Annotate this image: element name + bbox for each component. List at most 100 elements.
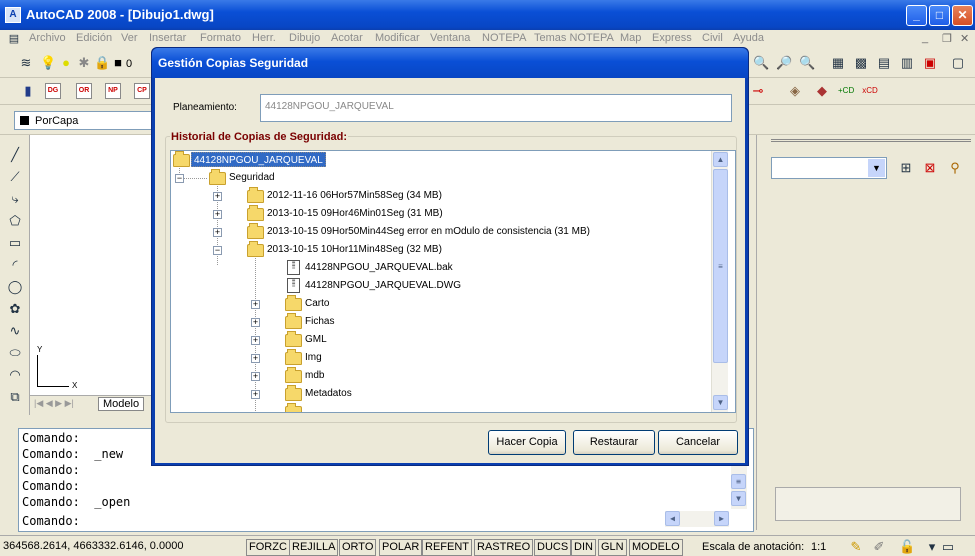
tool-cp-icon[interactable]: CP xyxy=(134,83,150,99)
hacer-copia-button[interactable]: Hacer Copia xyxy=(488,430,566,455)
arc-icon[interactable]: ◜ xyxy=(7,257,23,273)
dialog-titlebar[interactable]: Gestión Copias Seguridad xyxy=(152,48,748,78)
palette-dropdown[interactable]: ▼ xyxy=(771,157,887,179)
rectangle-icon[interactable]: ▭ xyxy=(7,235,23,251)
tree-item-backup[interactable]: + 2012-11-16 06Hor57Min58Seg (34 MB) xyxy=(171,187,671,204)
restaurar-button[interactable]: Restaurar xyxy=(573,430,655,455)
planeamiento-field[interactable]: 44128NPGOU_JARQUEVAL xyxy=(260,94,732,122)
menu-civil[interactable]: Civil xyxy=(702,32,723,44)
cancelar-button[interactable]: Cancelar xyxy=(658,430,738,455)
tree-item-folder-partial[interactable] xyxy=(171,403,471,412)
annotation-visibility-icon[interactable]: ✎ xyxy=(848,539,864,555)
drawing-canvas[interactable]: Y X |◀ ◀ ▶ ▶| Modelo xyxy=(30,135,158,413)
ellipse-arc-icon[interactable]: ◠ xyxy=(7,367,23,383)
remove-cd-icon[interactable]: xCD xyxy=(862,83,878,99)
tree-item-backup[interactable]: + 2013-10-15 09Hor46Min01Seg (31 MB) xyxy=(171,205,671,222)
expand-icon[interactable]: + xyxy=(251,354,260,363)
minimize-button[interactable]: _ xyxy=(906,5,927,26)
stamp-icon[interactable]: ◆ xyxy=(814,83,830,99)
zoom-window-icon[interactable]: 🔎 xyxy=(776,55,792,71)
layers-icon[interactable]: ≋ xyxy=(18,55,34,71)
expand-icon[interactable]: + xyxy=(251,372,260,381)
tree-item-file[interactable]: ≡ ≡ ≡ 44128NPGOU_JARQUEVAL.bak xyxy=(171,259,671,276)
tool-palettes-icon[interactable]: ▤ xyxy=(876,55,892,71)
tree-item-folder[interactable]: + GML xyxy=(171,331,471,348)
scroll-down-icon[interactable]: ▼ xyxy=(713,395,728,410)
sheet-set-icon[interactable]: ▥ xyxy=(899,55,915,71)
annotation-scale-value[interactable]: 1:1 xyxy=(811,541,826,553)
design-center-icon[interactable]: ▩ xyxy=(853,55,869,71)
scroll-right-icon[interactable]: ▶ xyxy=(714,511,729,526)
new-drawing-icon[interactable]: ▮ xyxy=(20,83,36,99)
line-tool-icon[interactable]: ╱ xyxy=(7,147,23,163)
expand-icon[interactable]: + xyxy=(213,228,222,237)
erase-tool-icon[interactable]: ◈ xyxy=(787,83,803,99)
lightbulb-icon[interactable]: 💡 xyxy=(40,55,56,71)
tree-item-backup[interactable]: − 2013-10-15 10Hor11Min48Seg (32 MB) xyxy=(171,241,671,258)
menu-formato[interactable]: Formato xyxy=(200,32,241,44)
scroll-down-icon[interactable]: ▼ xyxy=(731,491,746,506)
backup-tree[interactable]: 44128NPGOU_JARQUEVAL − Seguridad + 2012-… xyxy=(170,150,736,413)
clean-screen-icon[interactable]: ▭ xyxy=(940,539,956,555)
collapse-icon[interactable]: − xyxy=(213,246,222,255)
tree-item-seguridad[interactable]: − Seguridad xyxy=(171,169,471,186)
expand-icon[interactable]: + xyxy=(213,192,222,201)
menu-dibujo[interactable]: Dibujo xyxy=(289,32,320,44)
chevron-down-icon[interactable]: ▼ xyxy=(868,159,885,177)
doc-restore-icon[interactable]: ❐ xyxy=(942,32,952,45)
zoom-realtime-icon[interactable]: 🔍 xyxy=(753,55,769,71)
palette-grip[interactable] xyxy=(771,139,971,149)
coordinates-readout[interactable]: 364568.2614, 4663332.6146, 0.0000 xyxy=(3,540,183,552)
menu-acotar[interactable]: Acotar xyxy=(331,32,363,44)
circle-icon[interactable]: ◯ xyxy=(7,279,23,295)
menu-ventana[interactable]: Ventana xyxy=(430,32,470,44)
menu-archivo[interactable]: Archivo xyxy=(29,32,66,44)
lock-icon[interactable]: 🔒 xyxy=(94,55,110,71)
status-rastreo[interactable]: RASTREO xyxy=(474,539,534,556)
tree-item-folder[interactable]: + Img xyxy=(171,349,471,366)
menu-express[interactable]: Express xyxy=(652,32,692,44)
insert-block-icon[interactable]: ⧉ xyxy=(7,389,23,405)
tab-model[interactable]: Modelo xyxy=(98,397,145,411)
spline-icon[interactable]: ∿ xyxy=(7,323,23,339)
doc-minimize-icon[interactable]: _ xyxy=(922,32,928,44)
layer-name[interactable]: 0 xyxy=(126,58,132,70)
polyline-icon[interactable]: ⤷ xyxy=(7,191,23,207)
expand-icon[interactable]: + xyxy=(251,336,260,345)
menu-ver[interactable]: Ver xyxy=(121,32,138,44)
zoom-previous-icon[interactable]: 🔍 xyxy=(799,55,815,71)
select-objects-icon[interactable]: ⊠ xyxy=(922,160,938,176)
pick-object-icon[interactable]: ⊞ xyxy=(898,160,914,176)
expand-icon[interactable]: + xyxy=(213,210,222,219)
markup-icon[interactable]: ▣ xyxy=(922,55,938,71)
tree-item-file[interactable]: ≡ ≡ ≡ 44128NPGOU_JARQUEVAL.DWG xyxy=(171,277,671,294)
expand-icon[interactable]: + xyxy=(251,390,260,399)
collapse-icon[interactable]: − xyxy=(175,174,184,183)
status-menu-icon[interactable]: ▾ xyxy=(924,539,940,555)
tree-item-backup[interactable]: + 2013-10-15 09Hor50Min44Seg error en mO… xyxy=(171,223,711,240)
scroll-up-icon[interactable]: ▲ xyxy=(713,152,728,167)
tree-item-folder[interactable]: + Carto xyxy=(171,295,471,312)
command-hscrollbar[interactable]: ◀ ▶ xyxy=(665,511,729,527)
status-din[interactable]: DIN xyxy=(571,539,596,556)
status-orto[interactable]: ORTO xyxy=(339,539,377,556)
tree-vscrollbar[interactable]: ▲ ≡ ▼ xyxy=(711,151,728,412)
tool-dg-icon[interactable]: DG xyxy=(45,83,61,99)
autoscale-icon[interactable]: ✐ xyxy=(871,539,887,555)
sun-icon[interactable]: ● xyxy=(58,55,74,71)
command-prompt[interactable]: Comando: xyxy=(22,514,80,528)
polygon-icon[interactable]: ⬠ xyxy=(7,213,23,229)
layout-icon[interactable]: ⊸ xyxy=(750,83,766,99)
menu-notepa[interactable]: NOTEPA xyxy=(482,32,526,44)
color-dropdown[interactable]: PorCapa xyxy=(14,111,154,130)
menu-ayuda[interactable]: Ayuda xyxy=(733,32,764,44)
lock-toolbar-icon[interactable]: 🔓 xyxy=(899,539,915,555)
menu-insertar[interactable]: Insertar xyxy=(149,32,186,44)
quick-select-icon[interactable]: ⚲ xyxy=(947,160,963,176)
status-forzc[interactable]: FORZC xyxy=(246,539,290,556)
properties-icon[interactable]: ▦ xyxy=(830,55,846,71)
menu-herr[interactable]: Herr. xyxy=(252,32,276,44)
status-polar[interactable]: POLAR xyxy=(379,539,423,556)
tree-item-folder[interactable]: + mdb xyxy=(171,367,471,384)
maximize-button[interactable]: □ xyxy=(929,5,950,26)
